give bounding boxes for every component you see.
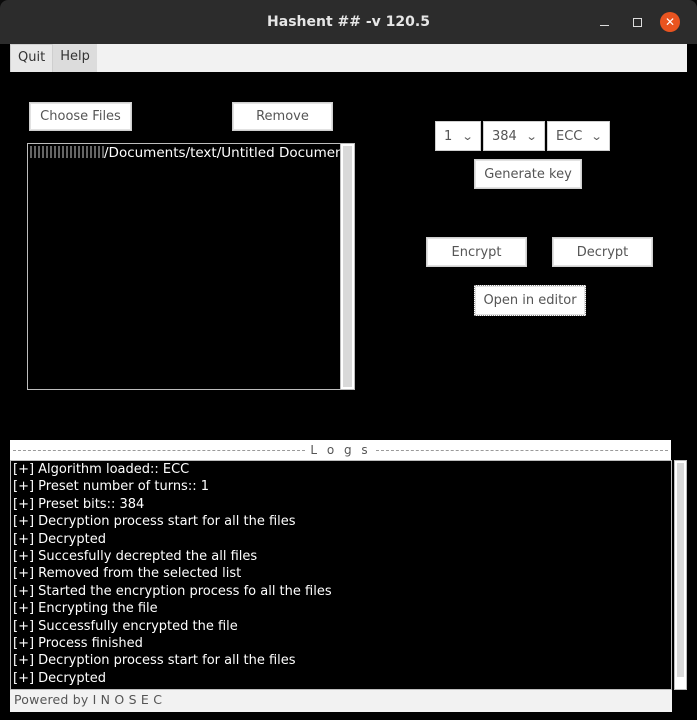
close-icon: ✕ [664,15,676,29]
generate-key-button[interactable]: Generate key [474,159,582,189]
chevron-down-icon: ⌄ [461,129,474,143]
log-line: [+] Started the encryption process fo al… [13,583,332,599]
log-line: [+] Preset bits:: 384 [13,496,145,512]
open-in-editor-button[interactable]: Open in editor [474,285,586,316]
maximize-button[interactable] [627,12,647,32]
log-line: [+] Encrypting the file [13,601,158,617]
file-path: /Documents/text/Untitled Document [104,145,349,161]
window-title: Hashent ## -v 120.5 [267,14,430,30]
scrollbar-thumb[interactable] [343,146,352,387]
log-scrollbar[interactable] [674,460,687,690]
log-line: [+] Decrypted [13,670,106,686]
minimize-icon [599,24,609,26]
turns-select[interactable]: 1 ⌄ [435,121,481,151]
logs-title: L o g s [310,443,371,457]
redacted-path-segment [30,146,104,158]
scrollbar-thumb[interactable] [677,463,684,677]
log-line: [+] Decryption process start for all the… [13,514,296,530]
status-bar: Powered by I N O S E C [10,690,672,712]
menu-help[interactable]: Help [53,44,97,72]
window-bottom-edge [0,712,697,720]
log-line: [+] Decrypted [13,531,106,547]
chevron-down-icon: ⌄ [590,129,603,143]
bits-value: 384 [492,128,517,144]
encrypt-button[interactable]: Encrypt [426,237,527,267]
log-output[interactable]: [+] Algorithm loaded:: ECC [+] Preset nu… [10,460,672,690]
file-list-scrollbar[interactable] [340,144,354,389]
algorithm-value: ECC [556,128,583,144]
log-line: [+] Successfully encrypted the file [13,618,238,634]
log-line: [+] Preset number of turns:: 1 [13,479,209,495]
minimize-button[interactable] [594,12,614,32]
divider [13,449,306,451]
log-line: [+] Decryption process start for all the… [13,653,296,669]
remove-button[interactable]: Remove [232,102,333,131]
title-bar[interactable]: Hashent ## -v 120.5 ✕ [0,0,697,44]
menu-quit[interactable]: Quit [10,44,54,72]
log-line: [+] Removed from the selected list [13,566,242,582]
close-button[interactable]: ✕ [660,12,680,32]
algorithm-select[interactable]: ECC ⌄ [547,121,610,151]
logs-header: L o g s [10,440,671,460]
log-line: [+] Algorithm loaded:: ECC [13,462,190,477]
chevron-down-icon: ⌄ [525,129,538,143]
bits-select[interactable]: 384 ⌄ [483,121,545,151]
file-list[interactable]: /Documents/text/Untitled Document [27,143,355,390]
maximize-icon [632,17,642,27]
app-window: Hashent ## -v 120.5 ✕ Quit Help Choose F… [0,0,697,720]
decrypt-button[interactable]: Decrypt [552,237,653,267]
menu-bar: Quit Help [10,44,687,72]
log-line: [+] Process finished [13,635,143,651]
log-line: [+] Succesfully decrepted the all files [13,548,258,564]
divider [375,449,668,451]
file-list-item[interactable]: /Documents/text/Untitled Document [30,145,349,161]
choose-files-button[interactable]: Choose Files [29,102,132,131]
turns-value: 1 [444,128,453,144]
main-panel: Choose Files Remove /Documents/text/Unti… [10,72,687,440]
